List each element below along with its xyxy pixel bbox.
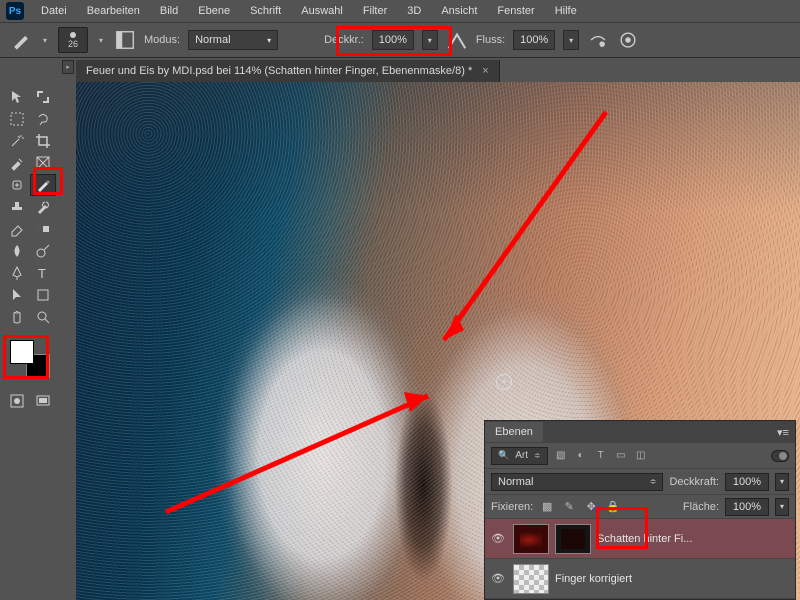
wand-tool[interactable] (4, 130, 30, 152)
menu-file[interactable]: Datei (32, 2, 76, 20)
tool-preset-dropdown[interactable]: ▾ (40, 36, 50, 45)
brush-preset-dropdown[interactable]: ▾ (96, 36, 106, 45)
menu-bar: Ps Datei Bearbeiten Bild Ebene Schrift A… (0, 0, 800, 22)
brush-preset[interactable]: 26 (58, 27, 88, 53)
mode-label: Modus: (144, 34, 180, 46)
menu-3d[interactable]: 3D (398, 2, 430, 20)
brush-size-value: 26 (68, 39, 78, 49)
panel-expand-handle[interactable]: ▸ (62, 60, 74, 74)
menu-filter[interactable]: Filter (354, 2, 396, 20)
menu-help[interactable]: Hilfe (546, 2, 586, 20)
flow-dropdown[interactable]: ▾ (563, 30, 579, 50)
airbrush-icon[interactable] (587, 29, 609, 51)
pressure-opacity-icon[interactable] (446, 29, 468, 51)
path-select-tool[interactable] (4, 284, 30, 306)
tool-preset-icon[interactable] (10, 29, 32, 51)
menu-view[interactable]: Ansicht (432, 2, 486, 20)
document-tab[interactable]: Feuer und Eis by MDI.psd bei 114% (Schat… (76, 60, 500, 82)
close-tab-icon[interactable]: × (482, 65, 488, 77)
menu-edit[interactable]: Bearbeiten (78, 2, 149, 20)
blend-mode-select[interactable]: Normal▾ (188, 30, 278, 50)
crop-tool[interactable] (30, 130, 56, 152)
blur-tool[interactable] (4, 240, 30, 262)
frame-tool[interactable] (30, 152, 56, 174)
hand-tool[interactable] (4, 306, 30, 328)
menu-type[interactable]: Schrift (241, 2, 290, 20)
pen-tool[interactable] (4, 262, 30, 284)
zoom-tool[interactable] (30, 306, 56, 328)
type-tool[interactable]: T (30, 262, 56, 284)
options-bar: ▾ 26 ▾ Modus: Normal▾ Deckkr.: 100% ▾ Fl… (0, 22, 800, 58)
opacity-dropdown[interactable]: ▾ (422, 30, 438, 50)
color-swatches[interactable] (10, 340, 52, 380)
marquee-tool[interactable] (4, 108, 30, 130)
svg-text:T: T (38, 266, 46, 281)
menu-image[interactable]: Bild (151, 2, 187, 20)
quickmask-toggle[interactable] (4, 390, 30, 412)
healing-tool[interactable] (4, 174, 30, 196)
opacity-input[interactable]: 100% (372, 30, 414, 50)
gradient-tool[interactable] (30, 218, 56, 240)
shape-tool[interactable] (30, 284, 56, 306)
flow-input[interactable]: 100% (513, 30, 555, 50)
app-logo: Ps (6, 2, 24, 20)
toolbox: T (2, 84, 58, 414)
opacity-label: Deckkr.: (324, 34, 364, 46)
brush-tool[interactable] (30, 174, 56, 196)
menu-window[interactable]: Fenster (488, 2, 543, 20)
brush-panel-icon[interactable] (114, 29, 136, 51)
eyedropper-tool[interactable] (4, 152, 30, 174)
history-brush-tool[interactable] (30, 196, 56, 218)
menu-layer[interactable]: Ebene (189, 2, 239, 20)
pressure-size-icon[interactable] (617, 29, 639, 51)
menu-select[interactable]: Auswahl (292, 2, 352, 20)
dodge-tool[interactable] (30, 240, 56, 262)
lasso-tool[interactable] (30, 108, 56, 130)
stamp-tool[interactable] (4, 196, 30, 218)
eraser-tool[interactable] (4, 218, 30, 240)
document-tab-strip: Feuer und Eis by MDI.psd bei 114% (Schat… (76, 60, 500, 82)
document-tab-title: Feuer und Eis by MDI.psd bei 114% (Schat… (86, 65, 472, 77)
annotation-arrows (76, 82, 800, 600)
blend-mode-value: Normal (195, 34, 230, 46)
flow-label: Fluss: (476, 34, 505, 46)
move-tool[interactable] (4, 86, 30, 108)
artboard-tool[interactable] (30, 86, 56, 108)
foreground-color-swatch[interactable] (10, 340, 34, 364)
screenmode-toggle[interactable] (30, 390, 56, 412)
